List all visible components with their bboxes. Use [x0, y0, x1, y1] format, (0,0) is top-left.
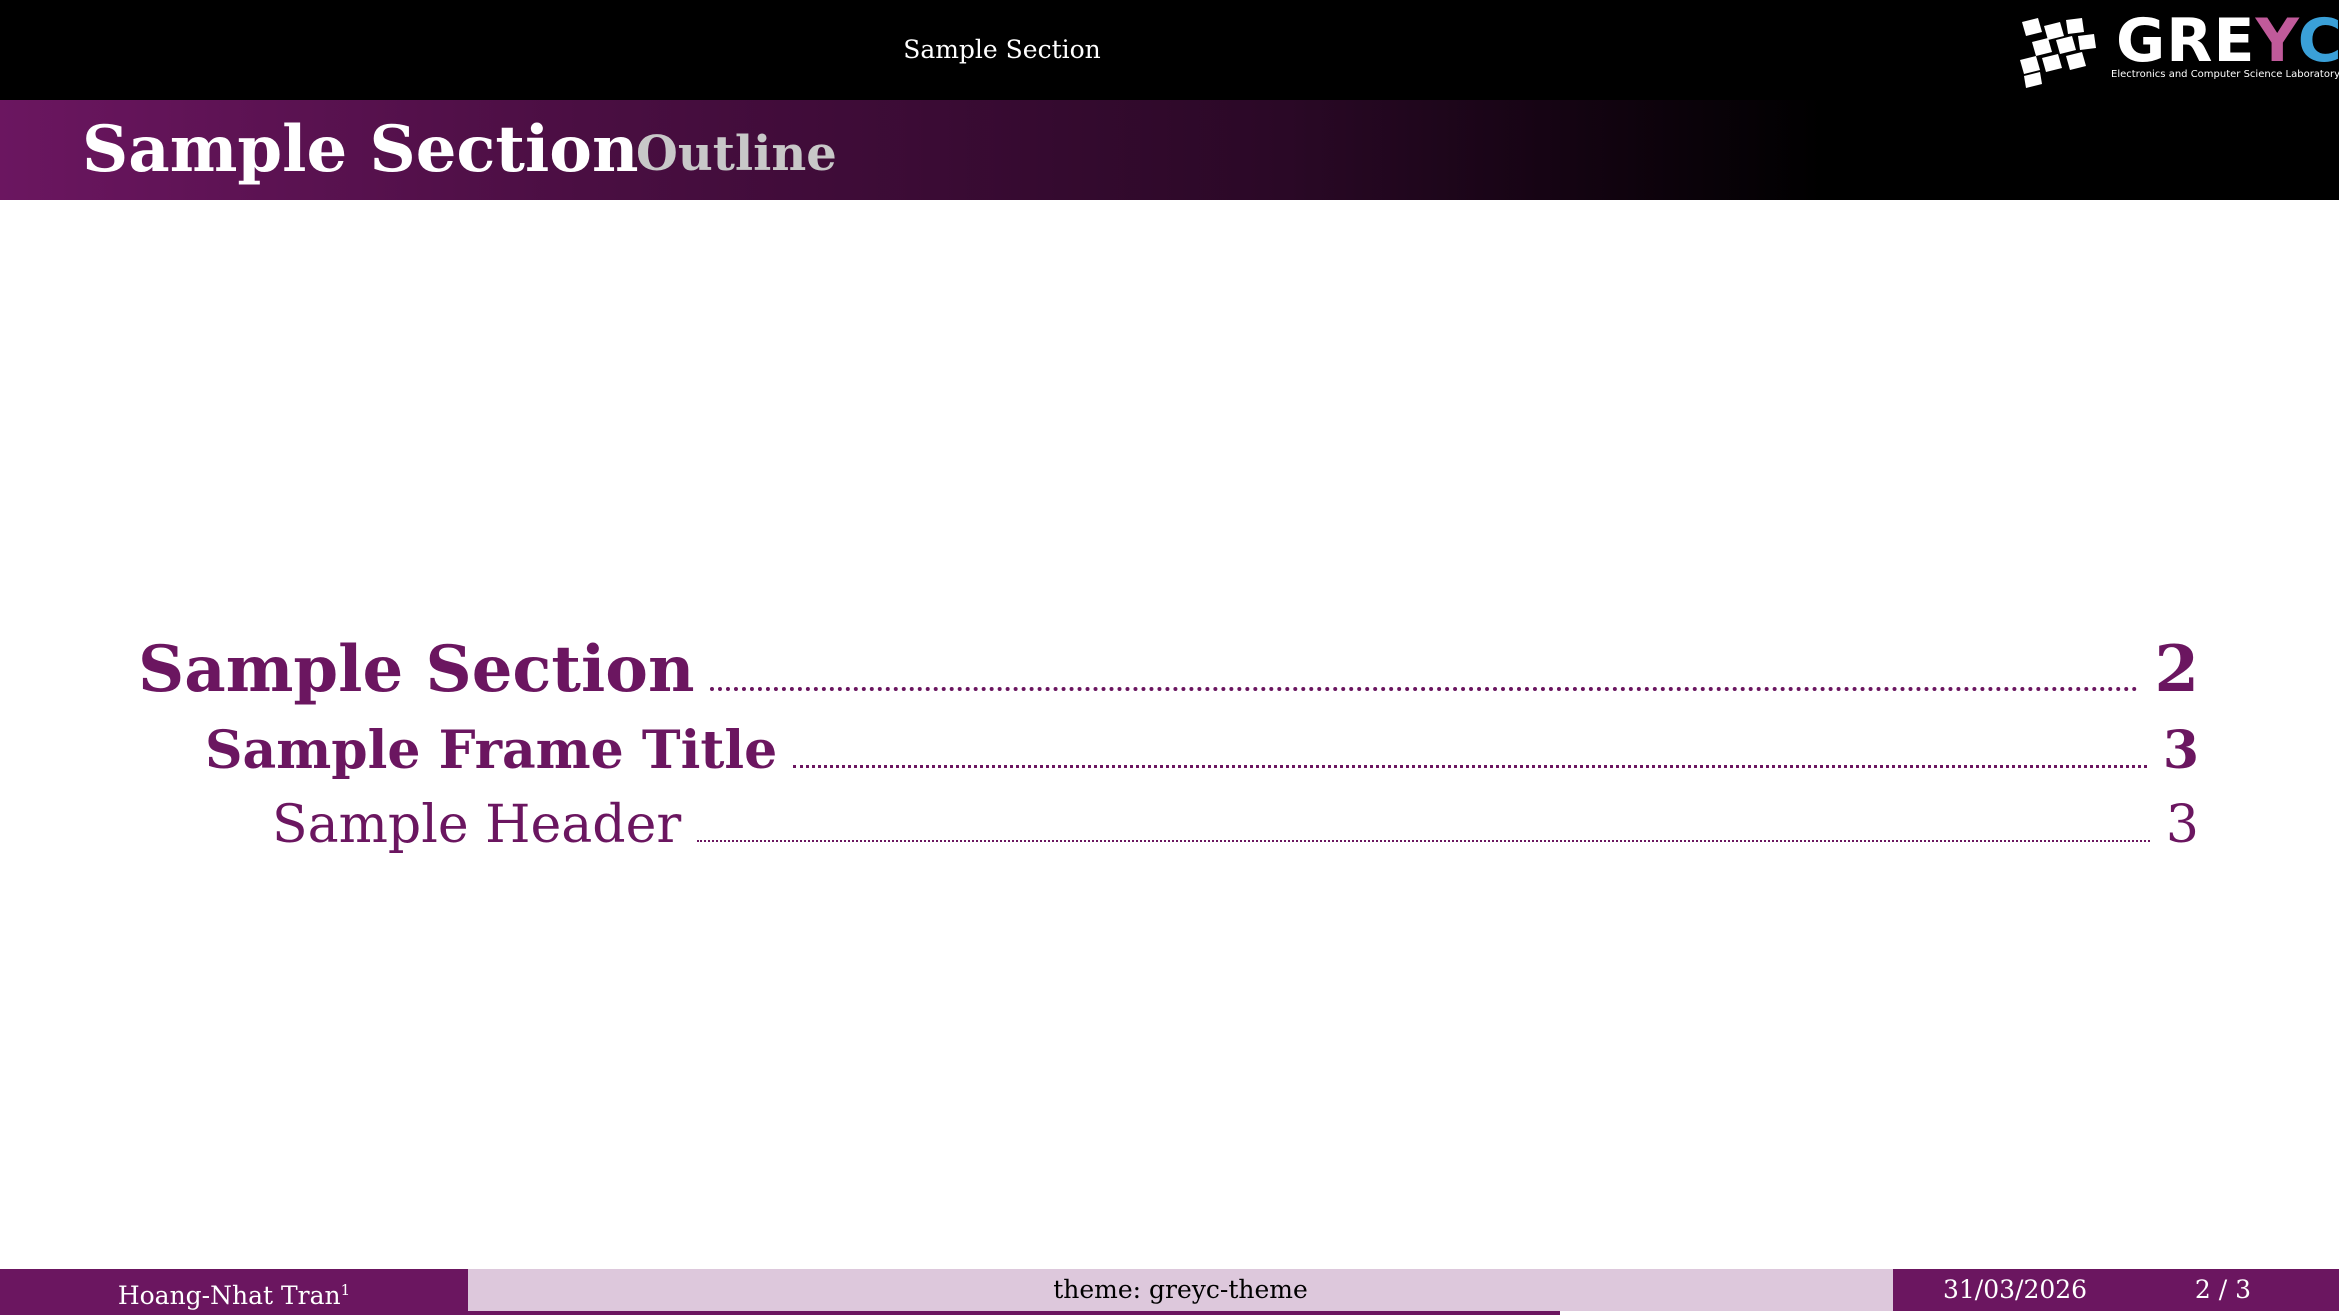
footer-date: 31/03/2026	[1943, 1275, 2088, 1304]
footer-right: 31/03/2026 2 / 3	[1893, 1269, 2339, 1311]
footer-theme: theme: greyc-theme	[468, 1269, 1893, 1311]
toc-dot-leader	[793, 765, 2147, 768]
slide-progress-fill	[0, 1311, 1561, 1315]
toc-entry-label: Sample Header	[272, 795, 682, 855]
footer-author: Hoang-Nhat Tran1	[0, 1269, 468, 1311]
footer-bar: Hoang-Nhat Tran1 theme: greyc-theme 31/0…	[0, 1269, 2339, 1311]
footer-author-name: Hoang-Nhat Tran	[117, 1281, 341, 1310]
toc-entry-label: Sample Frame Title	[205, 720, 778, 781]
table-of-contents: Sample Section 2 Sample Frame Title 3 Sa…	[0, 0, 2339, 1315]
toc-entry-page: 3	[2162, 720, 2199, 781]
toc-entry-page: 2	[2154, 632, 2199, 707]
toc-entry-label: Sample Section	[138, 632, 695, 707]
toc-entry-section[interactable]: Sample Section 2	[138, 632, 2199, 707]
toc-entry-page: 3	[2165, 795, 2199, 855]
toc-dot-leader	[710, 687, 2139, 691]
toc-entry-subsection[interactable]: Sample Frame Title 3	[205, 720, 2199, 781]
slide-progress-bar	[0, 1311, 2339, 1315]
toc-dot-leader	[697, 840, 2150, 842]
footer-author-mark: 1	[340, 1281, 351, 1299]
footer-page-number: 2 / 3	[2194, 1275, 2251, 1304]
toc-entry-subsubsection[interactable]: Sample Header 3	[272, 795, 2199, 855]
